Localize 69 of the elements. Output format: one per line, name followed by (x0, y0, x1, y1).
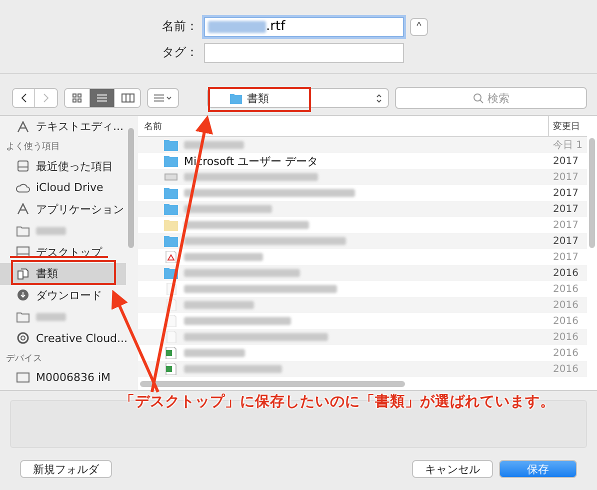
date-cell-text: 2016 (552, 268, 580, 279)
date-cell-text: 2016 (552, 364, 580, 375)
name-field[interactable]: .rtf (204, 16, 404, 37)
computer-icon (16, 372, 30, 384)
documents-icon (16, 268, 30, 280)
view-mode-button[interactable] (90, 89, 115, 108)
date-cell-text: 2016 (552, 284, 580, 295)
cloud-icon (16, 182, 30, 194)
folder-icon (230, 92, 242, 104)
blurred-text (184, 141, 244, 150)
date-cell-text: 2016 (552, 332, 580, 343)
column-header[interactable]: 変更日 (548, 116, 587, 136)
desktop-icon (16, 246, 30, 258)
blurred-text (184, 301, 254, 310)
scrollbar[interactable] (589, 138, 595, 248)
sidebar-item[interactable]: アプリケーション (0, 198, 126, 220)
sidebar-item[interactable]: iCloud Drive (0, 177, 126, 199)
blurred-text (36, 226, 66, 235)
annotation-caption: 「デスクトップ」に保存したいのに「書類」が選ばれています。 (120, 392, 555, 411)
sidebar-heading: デバイス (5, 352, 43, 366)
updown-icon (376, 92, 382, 104)
forward-icon (42, 93, 50, 104)
creative-cloud-icon (16, 332, 30, 344)
grid-icon (72, 93, 82, 104)
date-cell-text: 今日 1 (552, 139, 584, 152)
sidebar-heading: よく使う項目 (5, 140, 61, 154)
new-folder-button[interactable]: 新規フォルダ (20, 460, 112, 478)
sidebar-item[interactable]: ダウンロード (0, 284, 126, 306)
app-icon (16, 203, 30, 216)
date-cell-text: 2016 (552, 300, 580, 311)
folder-icon (16, 310, 30, 323)
arrange-button[interactable] (147, 88, 179, 108)
sidebar-item[interactable]: テキストエディ... (0, 116, 126, 138)
blurred-text (36, 312, 66, 321)
drawer-icon (16, 160, 30, 172)
sidebar-item[interactable]: 最近使った項目 (0, 156, 126, 178)
list-icon (96, 93, 108, 104)
sidebar-item[interactable]: Creative Cloud... (0, 328, 126, 350)
date-cell-text: 2017 (552, 204, 580, 215)
tag-field[interactable] (204, 42, 404, 63)
columns-icon (120, 93, 134, 104)
date-cell-text: 2016 (552, 316, 580, 327)
column-header[interactable]: 名前 (138, 116, 548, 136)
date-cell-text: 2017 (552, 188, 580, 199)
folder-icon (16, 224, 30, 237)
sidebar-item[interactable]: M0006836 iM (0, 367, 126, 389)
expand-button[interactable]: ^ (410, 18, 428, 36)
back-button[interactable] (13, 89, 35, 108)
folder-popup[interactable]: 書類 (207, 88, 389, 108)
blurred-text (208, 20, 266, 33)
download-icon (16, 289, 30, 302)
date-cell-text: 2017 (552, 156, 580, 167)
date-cell-text: 2017 (552, 220, 580, 231)
name-label: 名前： (162, 18, 198, 36)
cancel-button[interactable]: キャンセル (412, 460, 493, 478)
blurred-text (184, 349, 245, 358)
date-cell-text: 2016 (552, 348, 580, 359)
date-cell-text: 2017 (552, 252, 580, 263)
back-icon (20, 93, 28, 104)
view-mode-button[interactable] (65, 89, 90, 108)
scrollbar[interactable] (128, 128, 134, 248)
app-icon (16, 120, 30, 133)
tag-label: タグ： (162, 44, 198, 62)
file-icon (164, 171, 178, 184)
date-cell-text: 2017 (552, 236, 580, 247)
date-cell-text: 2017 (552, 172, 580, 183)
scrollbar[interactable] (140, 381, 405, 387)
arrange-icon (153, 93, 173, 104)
search-icon (472, 92, 484, 104)
